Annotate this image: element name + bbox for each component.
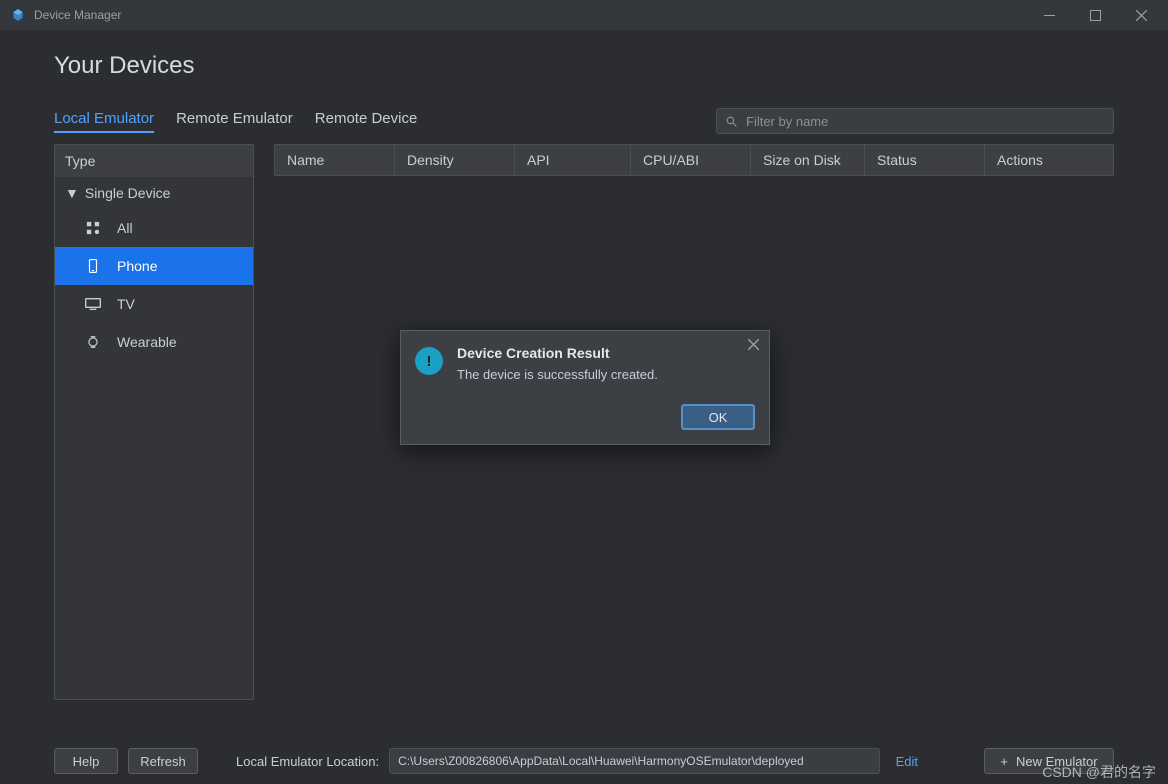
window-close-button[interactable]	[1118, 0, 1164, 30]
column-header-size[interactable]: Size on Disk	[751, 145, 865, 175]
sidebar-item-label: Phone	[117, 258, 157, 274]
column-header-density[interactable]: Density	[395, 145, 515, 175]
app-logo-icon	[10, 7, 26, 23]
column-header-name[interactable]: Name	[275, 145, 395, 175]
sidebar-item-wearable[interactable]: Wearable	[55, 323, 253, 361]
watch-icon	[85, 335, 101, 349]
tab-remote-emulator[interactable]: Remote Emulator	[176, 110, 293, 133]
sidebar-item-label: All	[117, 220, 133, 236]
window-titlebar: Device Manager	[0, 0, 1168, 30]
type-sidebar: Type ▼ Single Device All Phone TV	[54, 144, 254, 700]
emulator-tabs: Local Emulator Remote Emulator Remote De…	[54, 110, 417, 133]
plus-icon: +	[1000, 754, 1008, 769]
column-header-api[interactable]: API	[515, 145, 631, 175]
sidebar-item-tv[interactable]: TV	[55, 285, 253, 323]
bottom-bar: Help Refresh Local Emulator Location: Ed…	[0, 748, 1168, 774]
device-table-header: Name Density API CPU/ABI Size on Disk St…	[274, 144, 1114, 176]
sidebar-item-label: TV	[117, 296, 135, 312]
emulator-location-label: Local Emulator Location:	[236, 754, 379, 769]
tab-local-emulator[interactable]: Local Emulator	[54, 110, 154, 133]
refresh-button[interactable]: Refresh	[128, 748, 198, 774]
column-header-status[interactable]: Status	[865, 145, 985, 175]
filter-input[interactable]	[746, 114, 1105, 129]
emulator-location-input[interactable]	[389, 748, 880, 774]
tab-remote-device[interactable]: Remote Device	[315, 110, 418, 133]
sidebar-item-all[interactable]: All	[55, 209, 253, 247]
dialog-close-button[interactable]	[748, 339, 759, 350]
sidebar-item-label: Wearable	[117, 334, 177, 350]
filter-search-box[interactable]	[716, 108, 1114, 134]
grid-icon	[85, 221, 101, 235]
sidebar-header: Type	[55, 145, 253, 177]
dialog-title: Device Creation Result	[457, 345, 658, 361]
sidebar-item-phone[interactable]: Phone	[55, 247, 253, 285]
chevron-down-icon: ▼	[65, 185, 79, 201]
phone-icon	[85, 259, 101, 273]
dialog-message: The device is successfully created.	[457, 367, 658, 382]
help-button[interactable]: Help	[54, 748, 118, 774]
device-creation-result-dialog: ! Device Creation Result The device is s…	[400, 330, 770, 445]
tv-icon	[85, 297, 101, 311]
window-minimize-button[interactable]	[1026, 0, 1072, 30]
sidebar-group-label: Single Device	[85, 185, 171, 201]
page-title: Your Devices	[54, 52, 1114, 80]
window-title: Device Manager	[34, 8, 121, 22]
watermark-text: CSDN @君的名字	[1042, 762, 1156, 782]
info-icon: !	[415, 347, 443, 375]
column-header-cpuabi[interactable]: CPU/ABI	[631, 145, 751, 175]
edit-location-link[interactable]: Edit	[890, 754, 924, 769]
search-icon	[725, 115, 738, 128]
column-header-actions[interactable]: Actions	[985, 145, 1113, 175]
sidebar-group-single-device[interactable]: ▼ Single Device	[55, 177, 253, 209]
dialog-ok-button[interactable]: OK	[681, 404, 755, 430]
window-maximize-button[interactable]	[1072, 0, 1118, 30]
